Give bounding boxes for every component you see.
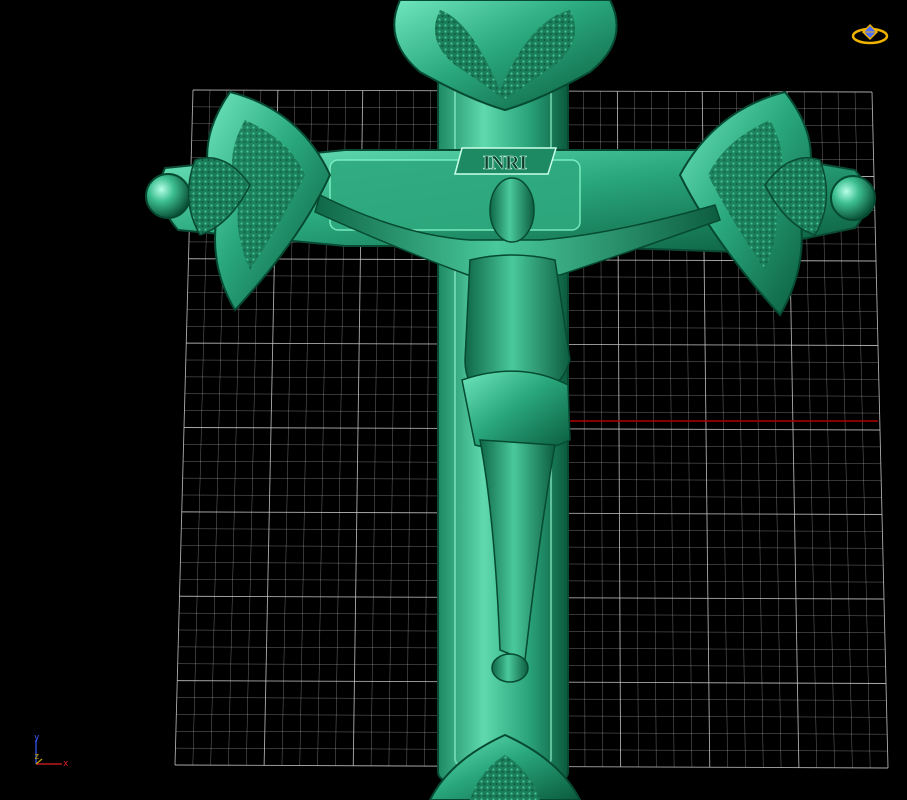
crucifix-model[interactable]: INRI xyxy=(145,0,876,800)
scene[interactable]: INRI xyxy=(0,0,907,800)
z-axis-label: z xyxy=(34,752,40,762)
3d-viewport[interactable]: INRI y z x xyxy=(0,0,907,800)
inri-plaque: INRI xyxy=(454,147,558,175)
x-axis-label: x xyxy=(63,759,69,769)
inri-inscription: INRI xyxy=(483,152,528,174)
figure xyxy=(314,177,721,683)
y-axis-label: y xyxy=(34,733,40,743)
axis-gizmo: y z x xyxy=(28,732,78,776)
view-orientation-icon[interactable] xyxy=(850,22,890,46)
